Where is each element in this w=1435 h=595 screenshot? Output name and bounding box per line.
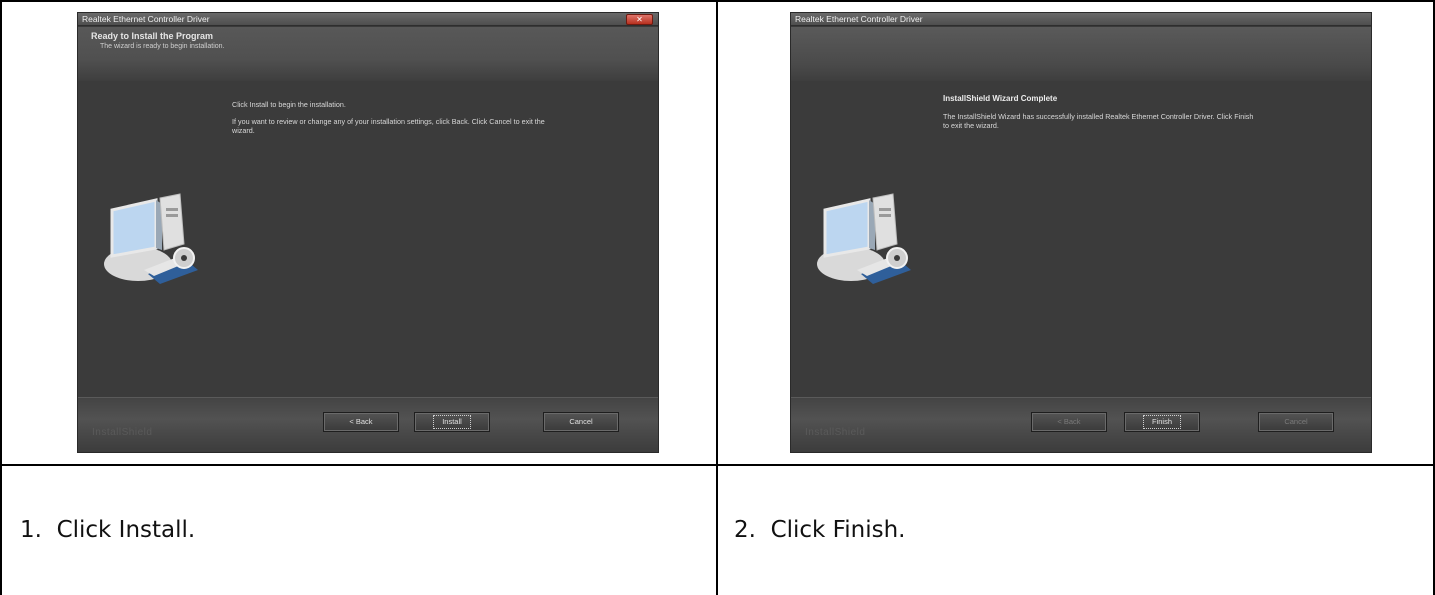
step-caption-1: 1. Click Install.	[20, 517, 196, 543]
finish-button[interactable]: Finish	[1124, 412, 1200, 432]
title-bar: Realtek Ethernet Controller Driver ✕	[78, 13, 658, 26]
installshield-brand: InstallShield	[805, 427, 866, 438]
instruction-table: Realtek Ethernet Controller Driver ✕ Rea…	[0, 0, 1435, 595]
wizard-footer: InstallShield < Back Install Cancel	[78, 397, 658, 452]
computer-illustration-icon	[104, 193, 198, 284]
step-caption-2: 2. Click Finish.	[734, 517, 906, 543]
close-icon: ✕	[636, 15, 643, 24]
back-button-label: < Back	[1057, 417, 1081, 426]
wizard-header	[791, 27, 1371, 81]
header-title: Ready to Install the Program	[91, 31, 214, 41]
body-text-line1: Click Install to begin the installation.	[232, 100, 346, 109]
close-button[interactable]: ✕	[626, 14, 653, 25]
back-button[interactable]: < Back	[323, 412, 399, 432]
body-text-line2: to exit the wizard.	[943, 121, 999, 130]
body-text-line3: wizard.	[232, 126, 255, 135]
table-divider-vertical	[716, 0, 718, 595]
title-bar: Realtek Ethernet Controller Driver	[791, 13, 1371, 26]
header-subtitle: The wizard is ready to begin installatio…	[100, 43, 225, 50]
back-button-label: < Back	[349, 417, 373, 426]
cancel-button[interactable]: Cancel	[543, 412, 619, 432]
install-button-label: Install	[433, 415, 471, 429]
back-button: < Back	[1031, 412, 1107, 432]
wizard-footer: InstallShield < Back Finish Cancel	[791, 397, 1371, 452]
computer-illustration-icon	[817, 193, 911, 284]
complete-title: InstallShield Wizard Complete	[943, 94, 1058, 103]
table-divider-horizontal	[0, 464, 1435, 466]
wizard-body: Click Install to begin the installation.…	[78, 81, 658, 399]
body-text-line1: The InstallShield Wizard has successfull…	[943, 112, 1254, 121]
window-title: Realtek Ethernet Controller Driver	[82, 14, 210, 24]
installer-window-ready: Realtek Ethernet Controller Driver ✕ Rea…	[77, 12, 659, 453]
installer-window-complete: Realtek Ethernet Controller Driver Insta…	[790, 12, 1372, 453]
table-border-left	[0, 0, 2, 595]
wizard-header: Ready to Install the Program The wizard …	[78, 27, 658, 81]
cancel-button-label: Cancel	[569, 417, 593, 426]
wizard-body: InstallShield Wizard Complete The Instal…	[791, 81, 1371, 399]
body-text-line2: If you want to review or change any of y…	[232, 117, 545, 126]
finish-button-label: Finish	[1142, 415, 1181, 429]
cancel-button: Cancel	[1258, 412, 1334, 432]
install-button[interactable]: Install	[414, 412, 490, 432]
window-title: Realtek Ethernet Controller Driver	[795, 14, 923, 24]
cancel-button-label: Cancel	[1284, 417, 1308, 426]
installshield-brand: InstallShield	[92, 427, 153, 438]
